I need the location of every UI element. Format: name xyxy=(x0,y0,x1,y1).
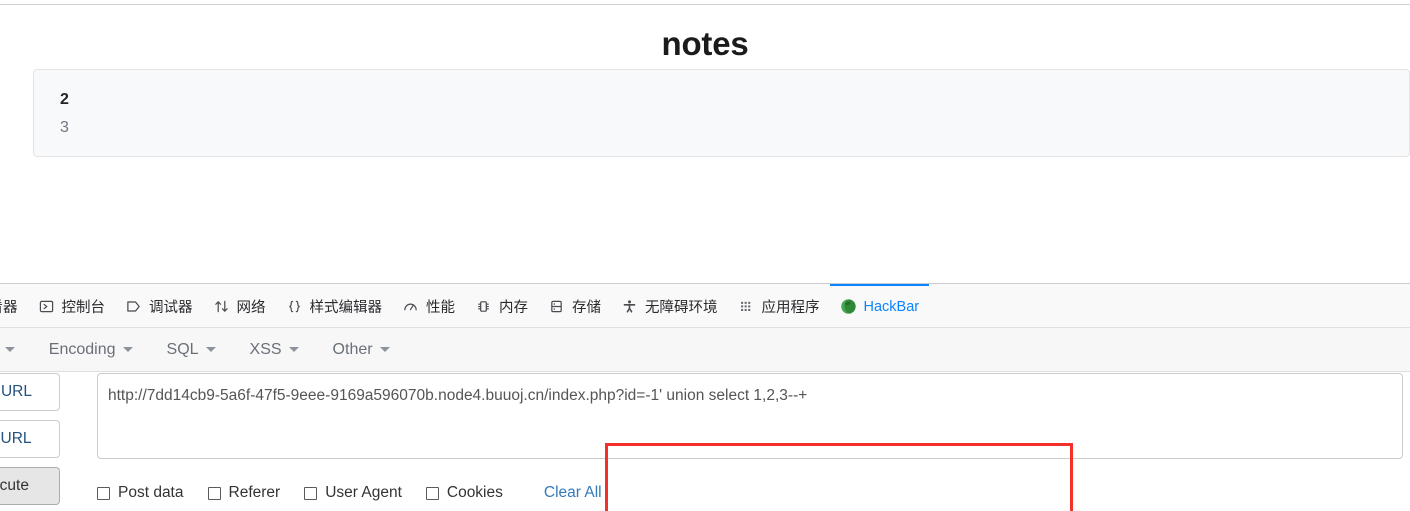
tab-application[interactable]: 应用程序 xyxy=(728,284,830,327)
tab-performance[interactable]: 性能 xyxy=(392,284,465,327)
tab-performance-label: 性能 xyxy=(426,300,455,316)
chevron-down-icon xyxy=(288,347,299,352)
menu-sql-label: SQL xyxy=(166,340,199,358)
tab-inspector-label: 查看器 xyxy=(0,300,18,316)
chevron-down-icon xyxy=(4,347,15,352)
devtools-panel: 查看器 控制台 调试器 网络 xyxy=(0,283,1410,511)
tab-console-label: 控制台 xyxy=(61,300,106,316)
application-icon xyxy=(738,298,755,315)
tab-debugger-label: 调试器 xyxy=(149,300,193,316)
debugger-icon xyxy=(125,298,142,315)
chevron-down-icon xyxy=(122,347,133,352)
menu-other[interactable]: Other xyxy=(316,341,407,359)
chevron-down-icon xyxy=(205,347,216,352)
tab-network[interactable]: 网络 xyxy=(203,284,276,327)
hackbar-button-column: d URL it URL ecute xyxy=(0,373,60,505)
option-referer-label: Referer xyxy=(228,484,281,501)
menu-xss-label: XSS xyxy=(249,340,282,358)
option-user-agent[interactable]: User Agent xyxy=(304,484,402,502)
menu-encoding-label: Encoding xyxy=(48,340,116,358)
menu-xss[interactable]: XSS xyxy=(233,341,316,359)
tab-application-label: 应用程序 xyxy=(761,300,820,316)
hackbar-options-row: Post data Referer User Agent Cookies Cle… xyxy=(97,482,602,504)
menu-sql[interactable]: SQL xyxy=(150,341,233,359)
tab-inspector[interactable]: 查看器 xyxy=(0,284,28,327)
tab-style-editor-label: 样式编辑器 xyxy=(309,300,383,316)
devtools-tabbar: 查看器 控制台 调试器 网络 xyxy=(0,284,1410,328)
option-user-agent-label: User Agent xyxy=(325,484,402,501)
hackbar-url-area xyxy=(97,373,1403,459)
style-editor-icon xyxy=(286,298,303,315)
page-title: notes xyxy=(661,25,749,62)
tab-memory-label: 内存 xyxy=(499,300,528,316)
load-url-button[interactable]: d URL xyxy=(0,373,60,411)
hackbar-globe-icon xyxy=(840,298,857,315)
page-top-divider xyxy=(0,4,1410,5)
tab-storage-label: 存储 xyxy=(572,300,601,316)
tab-hackbar-label: HackBar xyxy=(863,298,920,315)
memory-icon xyxy=(475,298,492,315)
result-line-2: 3 xyxy=(60,119,69,136)
post-data-checkbox[interactable] xyxy=(97,486,110,500)
option-post-data-label: Post data xyxy=(118,484,184,501)
accessibility-icon xyxy=(621,298,638,315)
cookies-checkbox[interactable] xyxy=(425,486,439,500)
result-line-1: 2 xyxy=(60,91,69,108)
option-cookies[interactable]: Cookies xyxy=(425,484,503,502)
tab-storage[interactable]: 存储 xyxy=(538,284,611,327)
tab-accessibility[interactable]: 无障碍环境 xyxy=(611,284,728,327)
storage-icon xyxy=(548,298,565,315)
screenshot-root: notes 2 3 查看器 控制台 调试器 xyxy=(0,0,1410,511)
tab-accessibility-label: 无障碍环境 xyxy=(645,300,718,316)
tab-memory[interactable]: 内存 xyxy=(465,284,538,327)
hackbar-body: d URL it URL ecute Post data Referer xyxy=(0,372,1410,511)
notes-result-panel: 2 3 xyxy=(33,69,1410,157)
option-post-data[interactable]: Post data xyxy=(97,484,184,502)
menu-other-label: Other xyxy=(332,340,373,358)
hackbar-menubar: tion Encoding SQL XSS Other xyxy=(0,328,1410,372)
menu-action[interactable]: tion xyxy=(0,341,32,359)
split-url-button[interactable]: it URL xyxy=(0,420,60,458)
tab-debugger[interactable]: 调试器 xyxy=(115,284,203,327)
network-icon xyxy=(213,298,230,315)
tab-console[interactable]: 控制台 xyxy=(28,284,116,327)
option-cookies-label: Cookies xyxy=(446,484,503,501)
tab-hackbar[interactable]: HackBar xyxy=(829,284,930,327)
console-icon xyxy=(38,298,55,315)
performance-icon xyxy=(402,298,419,315)
tab-network-label: 网络 xyxy=(236,300,266,316)
user-agent-checkbox[interactable] xyxy=(304,486,318,500)
execute-button[interactable]: ecute xyxy=(0,467,60,505)
option-referer[interactable]: Referer xyxy=(207,484,281,502)
chevron-down-icon xyxy=(379,347,390,352)
tab-style-editor[interactable]: 样式编辑器 xyxy=(276,284,393,327)
referer-checkbox[interactable] xyxy=(207,486,221,500)
clear-all-link[interactable]: Clear All xyxy=(544,484,602,502)
url-input[interactable] xyxy=(97,373,1403,459)
menu-encoding[interactable]: Encoding xyxy=(32,341,150,359)
